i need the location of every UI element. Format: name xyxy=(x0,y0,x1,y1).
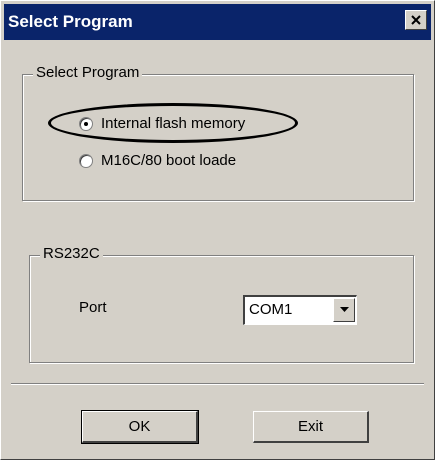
title-bar[interactable]: Select Program xyxy=(4,4,431,40)
exit-button[interactable]: Exit xyxy=(253,411,369,443)
port-dropdown-button[interactable] xyxy=(333,298,355,322)
select-program-legend: Select Program xyxy=(33,64,143,81)
boot-loader-label: M16C/80 boot loade xyxy=(101,152,237,169)
close-button[interactable] xyxy=(405,10,427,30)
highlight-ellipse xyxy=(48,103,298,143)
radio-button-icon[interactable] xyxy=(79,153,93,168)
close-icon xyxy=(411,15,421,25)
ok-button-label: OK xyxy=(128,418,151,435)
window-title: Select Program xyxy=(8,12,133,31)
chevron-down-icon xyxy=(339,307,349,312)
select-program-dialog: Select Program Select Program Internal f… xyxy=(0,0,435,460)
port-select-value: COM1 xyxy=(249,301,293,318)
exit-button-label: Exit xyxy=(297,418,323,435)
ok-button[interactable]: OK xyxy=(81,410,199,444)
port-label: Port xyxy=(79,299,107,316)
rs232c-legend: RS232C xyxy=(40,245,103,262)
port-select[interactable]: COM1 xyxy=(243,295,357,325)
radio-boot-loader[interactable]: M16C/80 boot loade xyxy=(79,152,236,169)
separator xyxy=(11,383,424,385)
